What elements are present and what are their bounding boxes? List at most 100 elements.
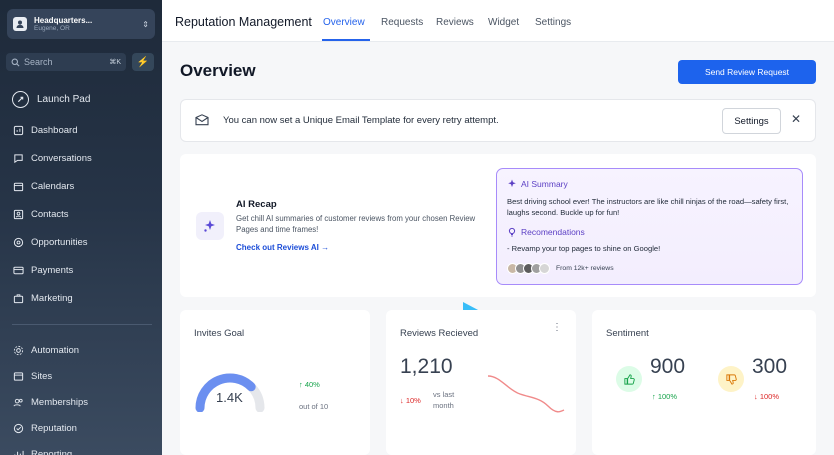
sidebar-item-calendars[interactable]: Calendars (12, 180, 74, 192)
recommendation-item: - Revamp your top pages to shine on Goog… (507, 244, 661, 253)
arrow-right-icon: → (321, 243, 330, 252)
sidebar-item-dashboard[interactable]: Dashboard (12, 124, 77, 136)
ai-summary-text: Best driving school ever! The instructor… (507, 197, 789, 217)
sidebar-item-reputation[interactable]: Reputation (12, 422, 77, 434)
sidebar-item-label: Reputation (31, 422, 77, 434)
sidebar-item-label: Sites (31, 370, 53, 382)
reviews-received-title: Reviews Recieved (400, 328, 479, 339)
sidebar-item-label: Marketing (31, 292, 73, 304)
tab-widget[interactable]: Widget (488, 17, 519, 28)
dashboard-icon (12, 124, 24, 136)
reviews-received-value: 1,210 (400, 355, 453, 378)
search-input[interactable]: Search ⌘K (6, 53, 126, 71)
sidebar-item-label: Opportunities (31, 236, 88, 248)
negative-sentiment-delta: ↓ 100% (754, 392, 779, 401)
user-icon (16, 20, 24, 28)
invites-goal-title: Invites Goal (194, 328, 245, 339)
tab-requests[interactable]: Requests (381, 17, 423, 28)
sidebar-item-contacts[interactable]: Contacts (12, 208, 69, 220)
sidebar-item-conversations[interactable]: Conversations (12, 152, 92, 164)
reviews-received-delta-value: 10% (405, 396, 421, 405)
sidebar-item-label: Reporting (31, 448, 73, 455)
contacts-icon (12, 208, 24, 220)
reviewer-avatars: From 12k+ reviews (507, 263, 614, 274)
calendar-icon (12, 180, 24, 192)
sidebar-item-memberships[interactable]: Memberships (12, 396, 88, 408)
location-switcher[interactable]: Headquarters... Eugene, OR ⇕ (7, 9, 155, 39)
chat-icon (12, 152, 24, 164)
sidebar-item-label: Conversations (31, 152, 92, 164)
sidebar-item-sites[interactable]: Sites (12, 370, 52, 382)
active-tab-indicator (322, 39, 370, 41)
tab-settings[interactable]: Settings (535, 17, 571, 28)
top-navigation: Reputation Management Overview Requests … (162, 0, 834, 42)
reputation-icon (12, 422, 24, 434)
location-avatar (13, 17, 27, 31)
banner-settings-button[interactable]: Settings (722, 108, 781, 134)
quick-actions-button[interactable]: ⚡ (132, 53, 154, 71)
banner-message: You can now set a Unique Email Template … (223, 115, 499, 126)
sidebar-item-payments[interactable]: Payments (12, 264, 73, 276)
reviews-received-delta: ↓ 10% (400, 396, 421, 405)
reviews-trend-sparkline (487, 375, 565, 413)
review-count: From 12k+ reviews (556, 265, 614, 272)
send-review-request-button[interactable]: Send Review Request (678, 60, 816, 84)
location-name: Headquarters... (34, 15, 93, 25)
sentiment-title: Sentiment (606, 328, 649, 339)
automation-icon (12, 344, 24, 356)
memberships-icon (12, 396, 24, 408)
close-icon[interactable]: ✕ (791, 112, 801, 126)
more-options-icon[interactable]: ⋮ (552, 322, 562, 333)
search-icon (11, 58, 20, 66)
reviews-ai-link[interactable]: Check out Reviews AI → (236, 243, 329, 252)
envelope-icon (195, 114, 209, 126)
negative-sentiment-value: 300 (752, 355, 788, 378)
invites-goal-delta-value: 40% (304, 380, 320, 389)
ai-summary-title: AI Summary (521, 179, 568, 189)
credit-card-icon (12, 264, 24, 276)
sidebar-item-automation[interactable]: Automation (12, 344, 79, 356)
target-icon (12, 236, 24, 248)
sidebar-item-label: Memberships (31, 396, 89, 408)
search-placeholder: Search (24, 57, 53, 67)
ai-recap-description: Get chill AI summaries of customer revie… (236, 214, 476, 234)
negative-delta-value: 100% (759, 392, 780, 401)
invites-goal-card: Invites Goal 1.4K ↑ 40% out of 10 (180, 310, 370, 455)
sidebar-item-label: Launch Pad (37, 94, 91, 105)
location-address: Eugene, OR (34, 24, 70, 32)
sites-icon (12, 370, 24, 382)
reviews-ai-link-label: Check out Reviews AI (236, 243, 319, 252)
sidebar-item-label: Automation (31, 344, 80, 356)
sparkle-icon (508, 179, 516, 188)
sidebar-item-marketing[interactable]: Marketing (12, 292, 73, 304)
ai-summary-header: AI Summary (507, 179, 568, 189)
invites-goal-value: 1.4K (216, 390, 243, 405)
comparison-line-1: vs last (433, 390, 455, 399)
tab-reviews[interactable]: Reviews (436, 17, 474, 28)
ai-summary-panel: AI Summary Best driving school ever! The… (496, 168, 803, 285)
ai-recap-title: AI Recap (236, 199, 277, 210)
sidebar-item-label: Contacts (31, 208, 69, 220)
briefcase-icon (12, 292, 24, 304)
reviews-received-comparison: vs last month (433, 390, 454, 412)
sidebar-item-reporting[interactable]: Reporting (12, 448, 72, 455)
info-banner: You can now set a Unique Email Template … (180, 99, 816, 142)
invites-goal-delta: ↑ 40% (299, 380, 320, 389)
tab-overview[interactable]: Overview (323, 17, 365, 28)
sidebar-item-opportunities[interactable]: Opportunities (12, 236, 88, 248)
comparison-line-2: month (433, 400, 454, 410)
avatar (539, 263, 550, 274)
sidebar-item-label: Dashboard (31, 124, 78, 136)
search-shortcut: ⌘K (109, 59, 121, 66)
invites-goal-of: out of 10 (299, 402, 329, 411)
sidebar-item-label: Payments (31, 264, 74, 276)
lightbulb-icon (508, 227, 516, 237)
chevron-updown-icon: ⇕ (142, 19, 149, 29)
recommendations-header: Recomendations (507, 227, 585, 237)
page-title: Overview (180, 61, 256, 80)
positive-sentiment-value: 900 (650, 355, 686, 378)
lightning-icon: ⚡ (136, 56, 150, 68)
positive-delta-value: 100% (657, 392, 678, 401)
sidebar-item-launch-pad[interactable]: Launch Pad (12, 91, 90, 108)
thumbs-up-icon (616, 366, 642, 392)
